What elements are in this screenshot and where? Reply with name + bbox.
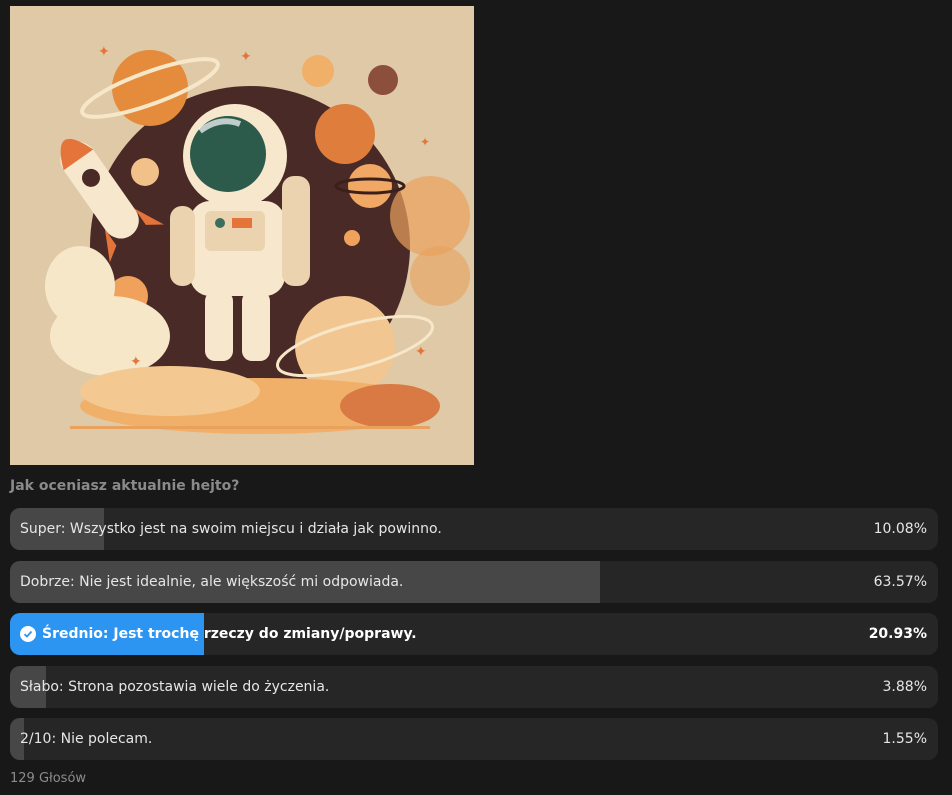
astronaut-illustration: ✦ ✦ ✦ ✦ ✦ bbox=[10, 6, 474, 465]
poll-option-label-text: Średnio: Jest trochę rzeczy do zmiany/po… bbox=[42, 626, 417, 642]
svg-text:✦: ✦ bbox=[98, 44, 110, 60]
svg-text:✦: ✦ bbox=[240, 49, 252, 65]
poll-option-percent: 20.93% bbox=[868, 626, 927, 642]
poll-option-label: Super: Wszystko jest na swoim miejscu i … bbox=[20, 521, 442, 537]
poll-option-percent: 1.55% bbox=[882, 731, 927, 747]
poll-option-label: 2/10: Nie polecam. bbox=[20, 731, 153, 747]
poll-option-super[interactable]: Super: Wszystko jest na swoim miejscu i … bbox=[10, 508, 938, 550]
poll-question: Jak oceniasz aktualnie hejto? bbox=[10, 478, 240, 494]
poll-option-percent: 63.57% bbox=[873, 573, 927, 590]
svg-text:✦: ✦ bbox=[415, 344, 427, 360]
svg-text:✦: ✦ bbox=[420, 135, 430, 149]
poll-option-label: Dobrze: Nie jest idealnie, ale większość… bbox=[20, 573, 404, 590]
poll-option-slabo[interactable]: Słabo: Strona pozostawia wiele do życzen… bbox=[10, 665, 938, 708]
post-image-astronaut[interactable]: ✦ ✦ ✦ ✦ ✦ bbox=[10, 6, 474, 465]
poll-vote-count: 129 Głosów bbox=[10, 771, 87, 786]
poll-option-srednio[interactable]: Średnio: Jest trochę rzeczy do zmiany/po… bbox=[10, 613, 938, 655]
poll-option-percent: 3.88% bbox=[882, 678, 927, 695]
poll-option-label: Średnio: Jest trochę rzeczy do zmiany/po… bbox=[20, 613, 417, 655]
check-circle-icon bbox=[20, 626, 36, 642]
poll-options: Super: Wszystko jest na swoim miejscu i … bbox=[10, 508, 938, 771]
poll-option-label: Słabo: Strona pozostawia wiele do życzen… bbox=[20, 678, 330, 695]
poll-option-dobrze[interactable]: Dobrze: Nie jest idealnie, ale większość… bbox=[10, 560, 938, 603]
poll-option-nie-polecam[interactable]: 2/10: Nie polecam. 1.55% bbox=[10, 718, 938, 760]
poll-option-percent: 10.08% bbox=[873, 521, 927, 537]
svg-text:✦: ✦ bbox=[130, 354, 142, 370]
